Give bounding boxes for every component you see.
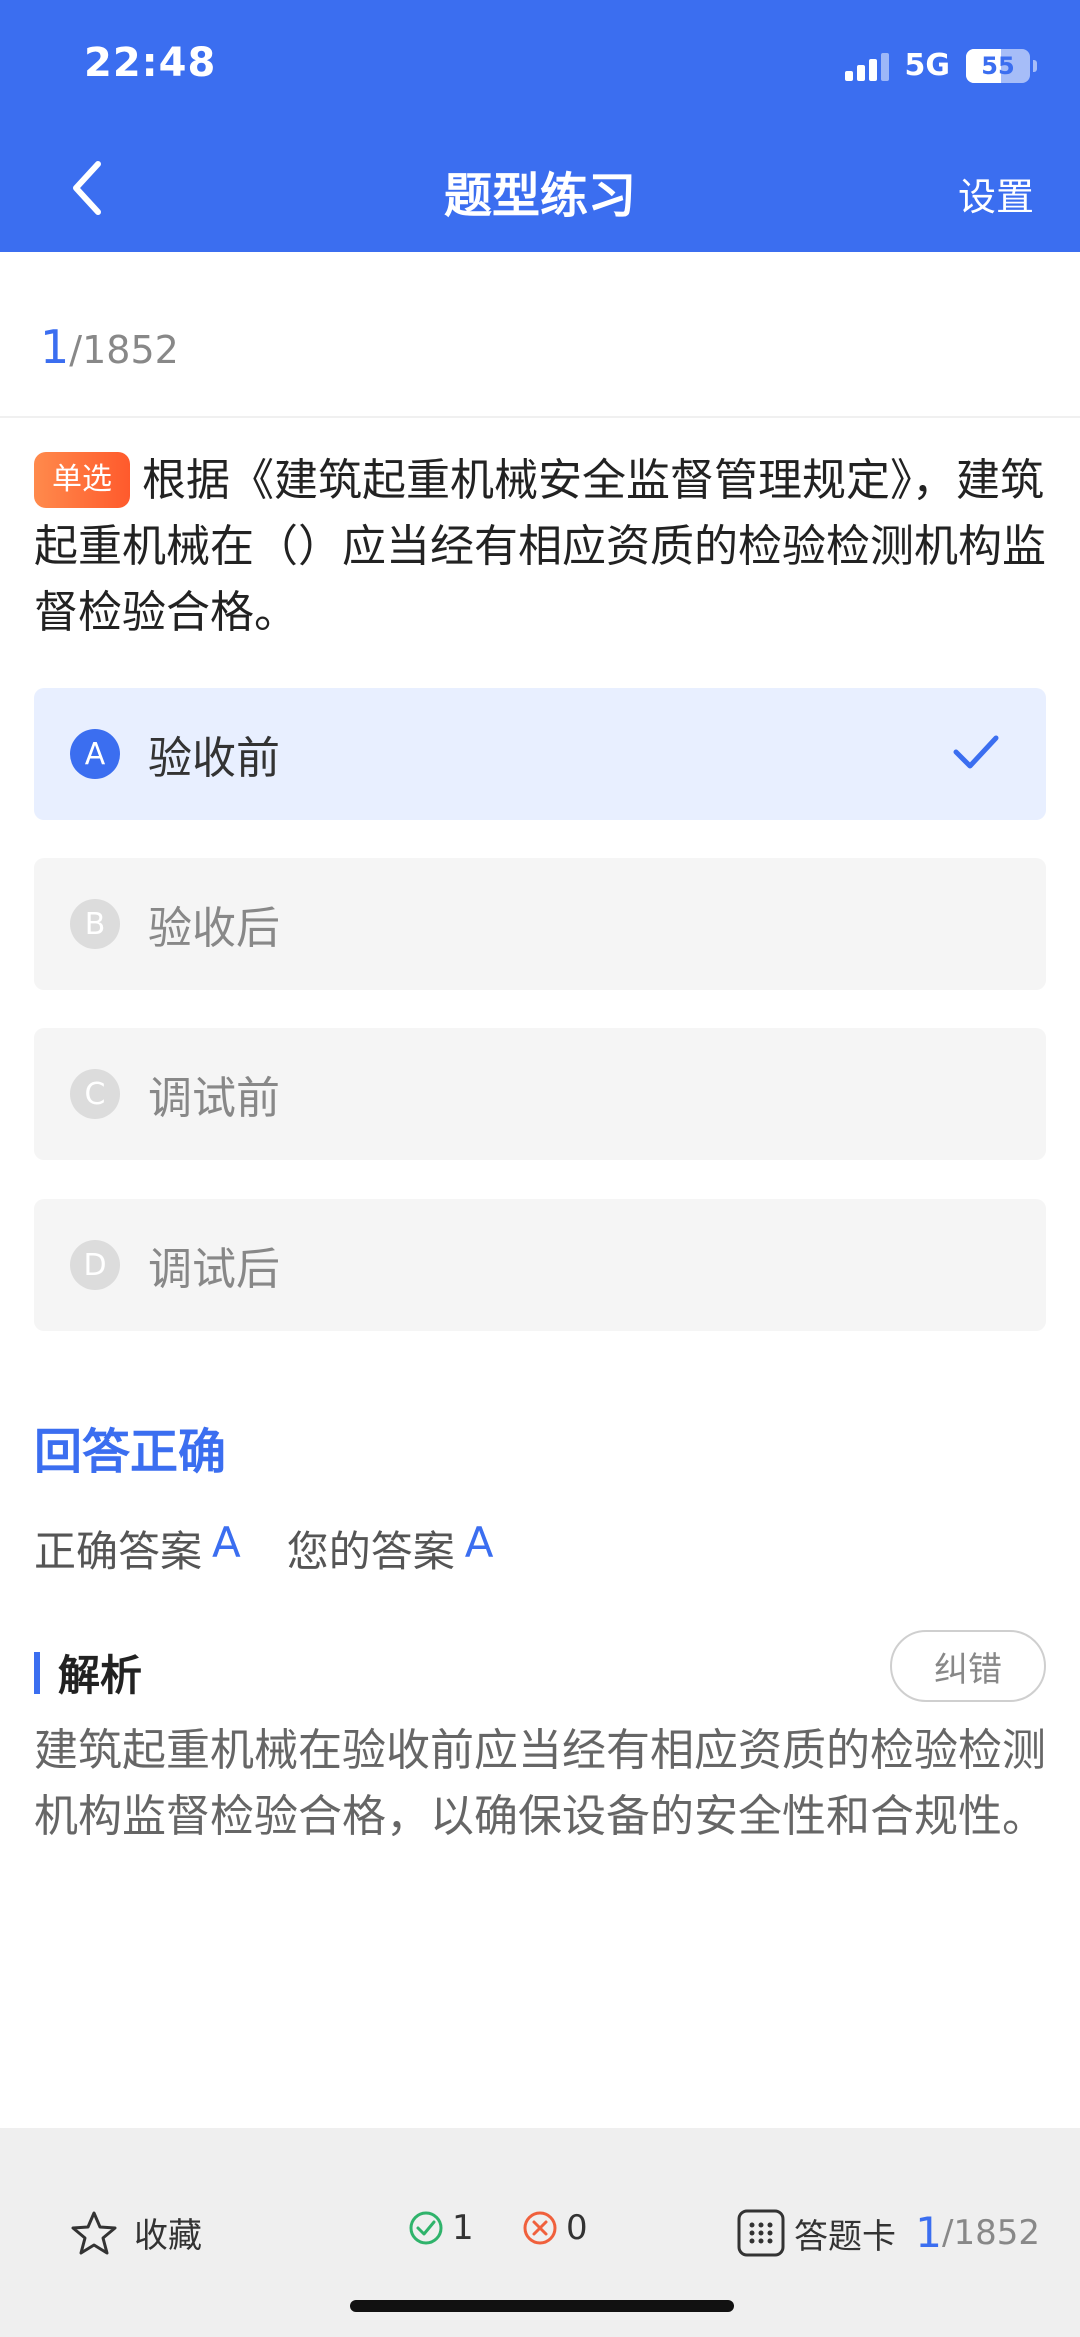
favorite-button[interactable]: 收藏 (70, 2208, 202, 2257)
correct-count: 1 (408, 2208, 474, 2248)
result-status: 回答正确 (34, 1424, 227, 1480)
option-a[interactable]: A 验收前 (34, 688, 1046, 820)
grid-icon (737, 2209, 785, 2257)
option-d[interactable]: D 调试后 (34, 1199, 1046, 1331)
heading-accent-bar (34, 1651, 40, 1694)
option-letter: D (70, 1240, 120, 1290)
option-c[interactable]: C 调试前 (34, 1028, 1046, 1160)
option-b[interactable]: B 验收后 (34, 858, 1046, 990)
correct-count-value: 1 (452, 2208, 474, 2248)
correct-answer-value: A (212, 1518, 241, 1567)
wrong-count-value: 0 (566, 2208, 588, 2248)
answer-card-label: 答题卡 (794, 2216, 896, 2257)
progress-total: /1852 (69, 328, 179, 372)
divider (0, 416, 1080, 418)
network-label: 5G (904, 48, 951, 83)
question-progress: 1/1852 (40, 320, 179, 374)
x-circle-icon (523, 2211, 557, 2245)
page-title: 题型练习 (443, 168, 636, 224)
answer-summary: 正确答案 A 您的答案 A (34, 1518, 530, 1579)
favorite-label: 收藏 (134, 2216, 202, 2256)
question-type-badge: 单选 (34, 452, 130, 508)
status-time: 22:48 (84, 40, 217, 86)
option-letter: B (70, 899, 120, 949)
star-icon (71, 2211, 117, 2254)
bottom-progress-total: /1852 (942, 2212, 1040, 2253)
analysis-text: 建筑起重机械在验收前应当经有相应资质的检验检测机构监督检验合格，以确保设备的安全… (34, 1725, 1046, 1842)
status-icons: 5G 55 (844, 48, 1037, 83)
check-icon (953, 735, 999, 769)
progress-current: 1 (40, 320, 70, 374)
your-answer-value: A (464, 1518, 494, 1567)
settings-button[interactable]: 设置 (958, 166, 1034, 221)
bottom-progress: 1/1852 (915, 2208, 1040, 2257)
wrong-count: 0 (522, 2208, 588, 2248)
option-text: 验收后 (148, 903, 280, 954)
report-error-button[interactable]: 纠错 (890, 1630, 1046, 1702)
bottom-progress-current: 1 (915, 2208, 943, 2257)
option-text: 调试前 (148, 1073, 280, 1124)
check-circle-icon (409, 2211, 443, 2245)
your-answer-label: 您的答案 (286, 1527, 455, 1576)
option-letter: A (70, 729, 120, 779)
battery-level: 55 (981, 51, 1015, 80)
option-text: 验收前 (148, 733, 280, 784)
signal-icon (844, 51, 889, 81)
question-text: 根据《建筑起重机械安全监督管理规定》，建筑起重机械在（）应当经有相应资质的检验检… (34, 455, 1046, 638)
bottom-toolbar: 收藏 1 0 答题卡 1/1852 (0, 2128, 1080, 2337)
answer-card-button[interactable]: 答题卡 (736, 2208, 896, 2258)
battery-icon: 55 (966, 48, 1037, 83)
home-indicator (350, 2300, 734, 2312)
correct-answer-label: 正确答案 (34, 1527, 203, 1576)
option-letter: C (70, 1069, 120, 1119)
question-block: 单选 根据《建筑起重机械安全监督管理规定》，建筑起重机械在（）应当经有相应资质的检… (34, 448, 1046, 646)
option-text: 调试后 (148, 1244, 280, 1295)
app-header: 22:48 5G 55 题型练习 设置 (0, 0, 1080, 252)
analysis-title: 解析 (58, 1651, 143, 1700)
analysis-heading: 解析 (34, 1642, 142, 1703)
